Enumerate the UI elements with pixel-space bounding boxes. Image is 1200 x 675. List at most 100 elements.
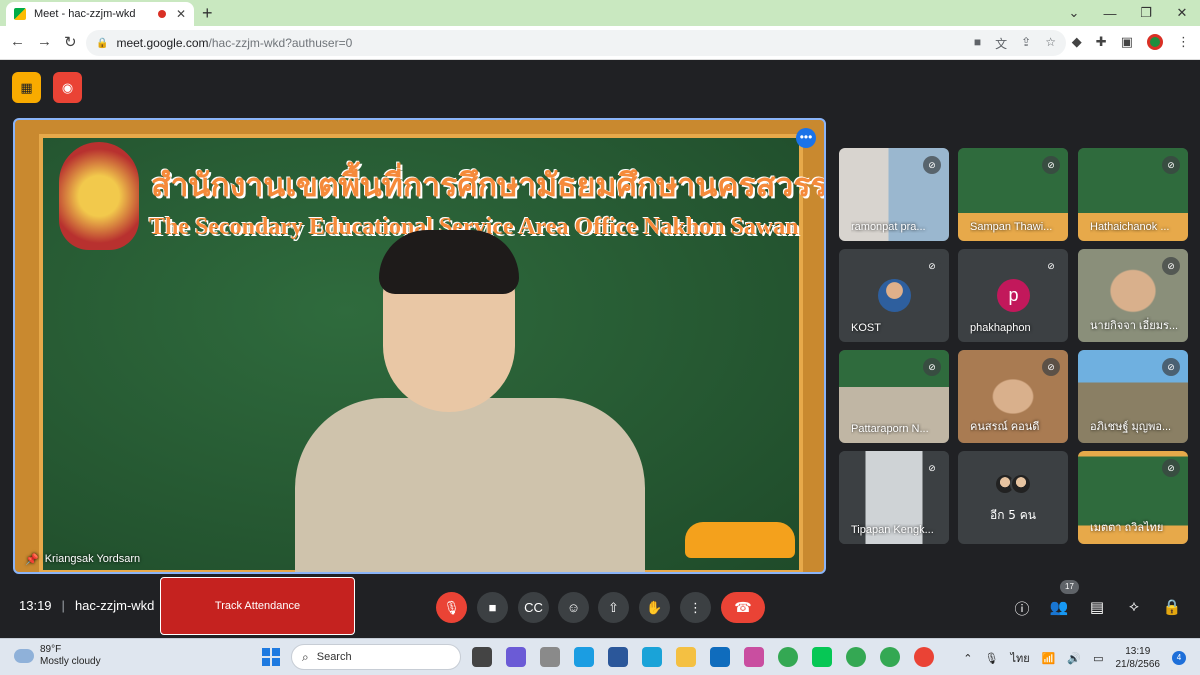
snipping-tool-icon[interactable] — [744, 647, 764, 667]
word-icon[interactable] — [608, 647, 628, 667]
file-explorer-icon[interactable] — [676, 647, 696, 667]
participant-name: Sampan Thawi... — [970, 221, 1053, 233]
windows-start-icon[interactable] — [262, 648, 280, 666]
participant-avatar — [878, 279, 911, 312]
forward-arrow-icon[interactable]: → — [37, 33, 52, 51]
mail-icon[interactable] — [710, 647, 730, 667]
camera-in-use-icon[interactable]: ■ — [974, 35, 981, 52]
participant-name: คนสรณ์ คอนดี — [970, 421, 1040, 433]
captions-off-icon[interactable]: ▦ — [12, 72, 41, 103]
participant-tile[interactable]: ⊘ Tipapan Kengk... — [839, 451, 949, 544]
tab-search-icon[interactable]: ⌄ — [1056, 5, 1092, 21]
translate-icon[interactable]: 文 — [995, 35, 1007, 52]
chrome-active-icon[interactable] — [914, 647, 934, 667]
participant-tile[interactable]: p ⊘ phakhaphon — [958, 249, 1068, 342]
mic-off-icon: ⊘ — [1042, 257, 1060, 275]
reload-icon[interactable]: ↻ — [64, 33, 77, 51]
activities-icon[interactable]: ⟡ — [1124, 598, 1144, 618]
task-view-icon[interactable] — [472, 647, 492, 667]
meet-area: ▦ ◉ สำนักงานเขตพื้นที่การศึกษามัธยมศึกษา… — [0, 60, 1200, 638]
lock-icon[interactable]: 🔒 — [96, 38, 108, 49]
close-tab-icon[interactable]: ✕ — [176, 7, 186, 21]
app-icon[interactable] — [540, 647, 560, 667]
battery-icon[interactable]: ▭ — [1093, 652, 1103, 665]
new-tab-button[interactable]: + — [202, 3, 213, 24]
chrome-icon[interactable] — [778, 647, 798, 667]
microphone-icon[interactable]: 🎙 — [984, 652, 998, 665]
mic-off-button-icon[interactable]: 🎙 — [436, 592, 467, 623]
pinned-apps — [472, 647, 934, 667]
meet-favicon-icon — [14, 8, 26, 20]
profile-avatar-icon[interactable] — [1147, 34, 1163, 50]
participant-tile[interactable]: ⊘ คนสรณ์ คอนดี — [958, 350, 1068, 443]
back-arrow-icon[interactable]: ← — [10, 33, 25, 51]
line-icon[interactable] — [812, 647, 832, 667]
recording-icon[interactable]: ◉ — [53, 72, 82, 103]
meeting-details-icon[interactable]: ⓘ — [1012, 598, 1032, 618]
track-attendance-button[interactable]: Track Attendance — [160, 577, 355, 635]
bookmark-star-icon[interactable]: ☆ — [1045, 35, 1056, 52]
browser-tab-meet[interactable]: Meet - hac-zzjm-wkd ✕ — [6, 2, 194, 26]
restore-icon[interactable]: ❐ — [1128, 5, 1164, 21]
language-indicator[interactable]: ไทย — [1010, 649, 1029, 667]
extensions-puzzle-icon[interactable]: ✚ — [1096, 34, 1107, 50]
browser-menu-icon[interactable]: ⋮ — [1177, 34, 1190, 50]
speaker-uniform — [295, 398, 645, 572]
wifi-icon[interactable]: 📶 — [1042, 652, 1056, 665]
close-window-icon[interactable]: ✕ — [1164, 5, 1200, 21]
meeting-time: 13:19 — [19, 598, 52, 613]
host-controls-icon[interactable]: 🔒 — [1162, 598, 1182, 618]
participant-tile[interactable]: ⊘ Pattaraporn N... — [839, 350, 949, 443]
taskbar-search[interactable]: ⌕ Search — [291, 644, 461, 670]
camera-button-icon[interactable]: ■ — [477, 592, 508, 623]
mic-off-icon: ⊘ — [923, 459, 941, 477]
more-options-icon[interactable]: ••• — [796, 128, 816, 148]
main-speaker-name: Kriangsak Yordsarn — [44, 553, 141, 565]
line-l-icon[interactable] — [642, 647, 662, 667]
participant-tile[interactable]: ⊘ ramonpat pra... — [839, 148, 949, 241]
volume-icon[interactable]: 🔊 — [1067, 652, 1081, 665]
participant-tile[interactable]: ⊘ Hathaichanok ... — [1078, 148, 1188, 241]
participant-name: นายกิจจา เอี่ยมร... — [1090, 320, 1179, 332]
pin-icon[interactable]: 📌 — [25, 553, 39, 566]
participant-tile[interactable]: ⊘ นายกิจจา เอี่ยมร... — [1078, 249, 1188, 342]
participant-tile[interactable]: ⊘ Sampan Thawi... — [958, 148, 1068, 241]
people-icon[interactable]: 👥 — [1049, 598, 1069, 618]
teams-chat-icon[interactable] — [506, 647, 526, 667]
url-path: /hac-zzjm-wkd?authuser=0 — [208, 36, 353, 50]
participant-name: Tipapan Kengk... — [851, 524, 934, 536]
share-icon[interactable]: ⇪ — [1021, 35, 1031, 52]
weather-widget[interactable]: 89°F Mostly cloudy — [14, 644, 101, 668]
mic-off-icon: ⊘ — [1042, 156, 1060, 174]
mic-off-icon: ⊘ — [1162, 257, 1180, 275]
participant-tile[interactable]: ⊘ KOST — [839, 249, 949, 342]
minimize-icon[interactable]: — — [1092, 6, 1128, 21]
participant-tile[interactable]: ⊘ เมตตา ถวิลไทย — [1078, 451, 1188, 544]
participant-name: Hathaichanok ... — [1090, 221, 1170, 233]
extension-icon[interactable]: ◆ — [1072, 34, 1082, 50]
mic-off-icon: ⊘ — [1162, 459, 1180, 477]
captions-button-icon[interactable]: CC — [518, 592, 549, 623]
notification-badge[interactable]: 4 — [1172, 651, 1186, 665]
raise-hand-icon[interactable]: ✋ — [639, 592, 670, 623]
chrome-profile-icon[interactable] — [846, 647, 866, 667]
chrome-profile-icon[interactable] — [880, 647, 900, 667]
more-options-button-icon[interactable]: ⋮ — [680, 592, 711, 623]
present-screen-icon[interactable]: ⇧ — [598, 592, 629, 623]
mic-off-icon: ⊘ — [1162, 156, 1180, 174]
others-tile[interactable]: อีก 5 คน — [958, 451, 1068, 544]
omnibox[interactable]: 🔒 meet.google.com/hac-zzjm-wkd?authuser=… — [86, 30, 1066, 56]
participant-tile[interactable]: ⊘ อภิเชษฐ์ มุญพอ... — [1078, 350, 1188, 443]
participant-count-badge: 17 — [1060, 580, 1079, 594]
edge-icon[interactable] — [574, 647, 594, 667]
side-panel-icon[interactable]: ▣ — [1121, 34, 1133, 50]
speaker-hair — [379, 230, 519, 294]
chevron-up-icon[interactable]: ⌃ — [963, 652, 972, 665]
chat-icon[interactable]: ▤ — [1087, 598, 1107, 618]
participant-name: ramonpat pra... — [851, 221, 926, 233]
browser-tab-bar: Meet - hac-zzjm-wkd ✕ + ⌄ — ❐ ✕ — [0, 0, 1200, 26]
taskbar-clock[interactable]: 13:19 21/8/2566 — [1116, 645, 1161, 671]
end-call-button-icon[interactable]: ☎ — [721, 592, 765, 623]
main-speaker-tile[interactable]: สำนักงานเขตพื้นที่การศึกษามัธยมศึกษานครส… — [13, 118, 826, 574]
emoji-reaction-icon[interactable]: ☺ — [558, 592, 589, 623]
